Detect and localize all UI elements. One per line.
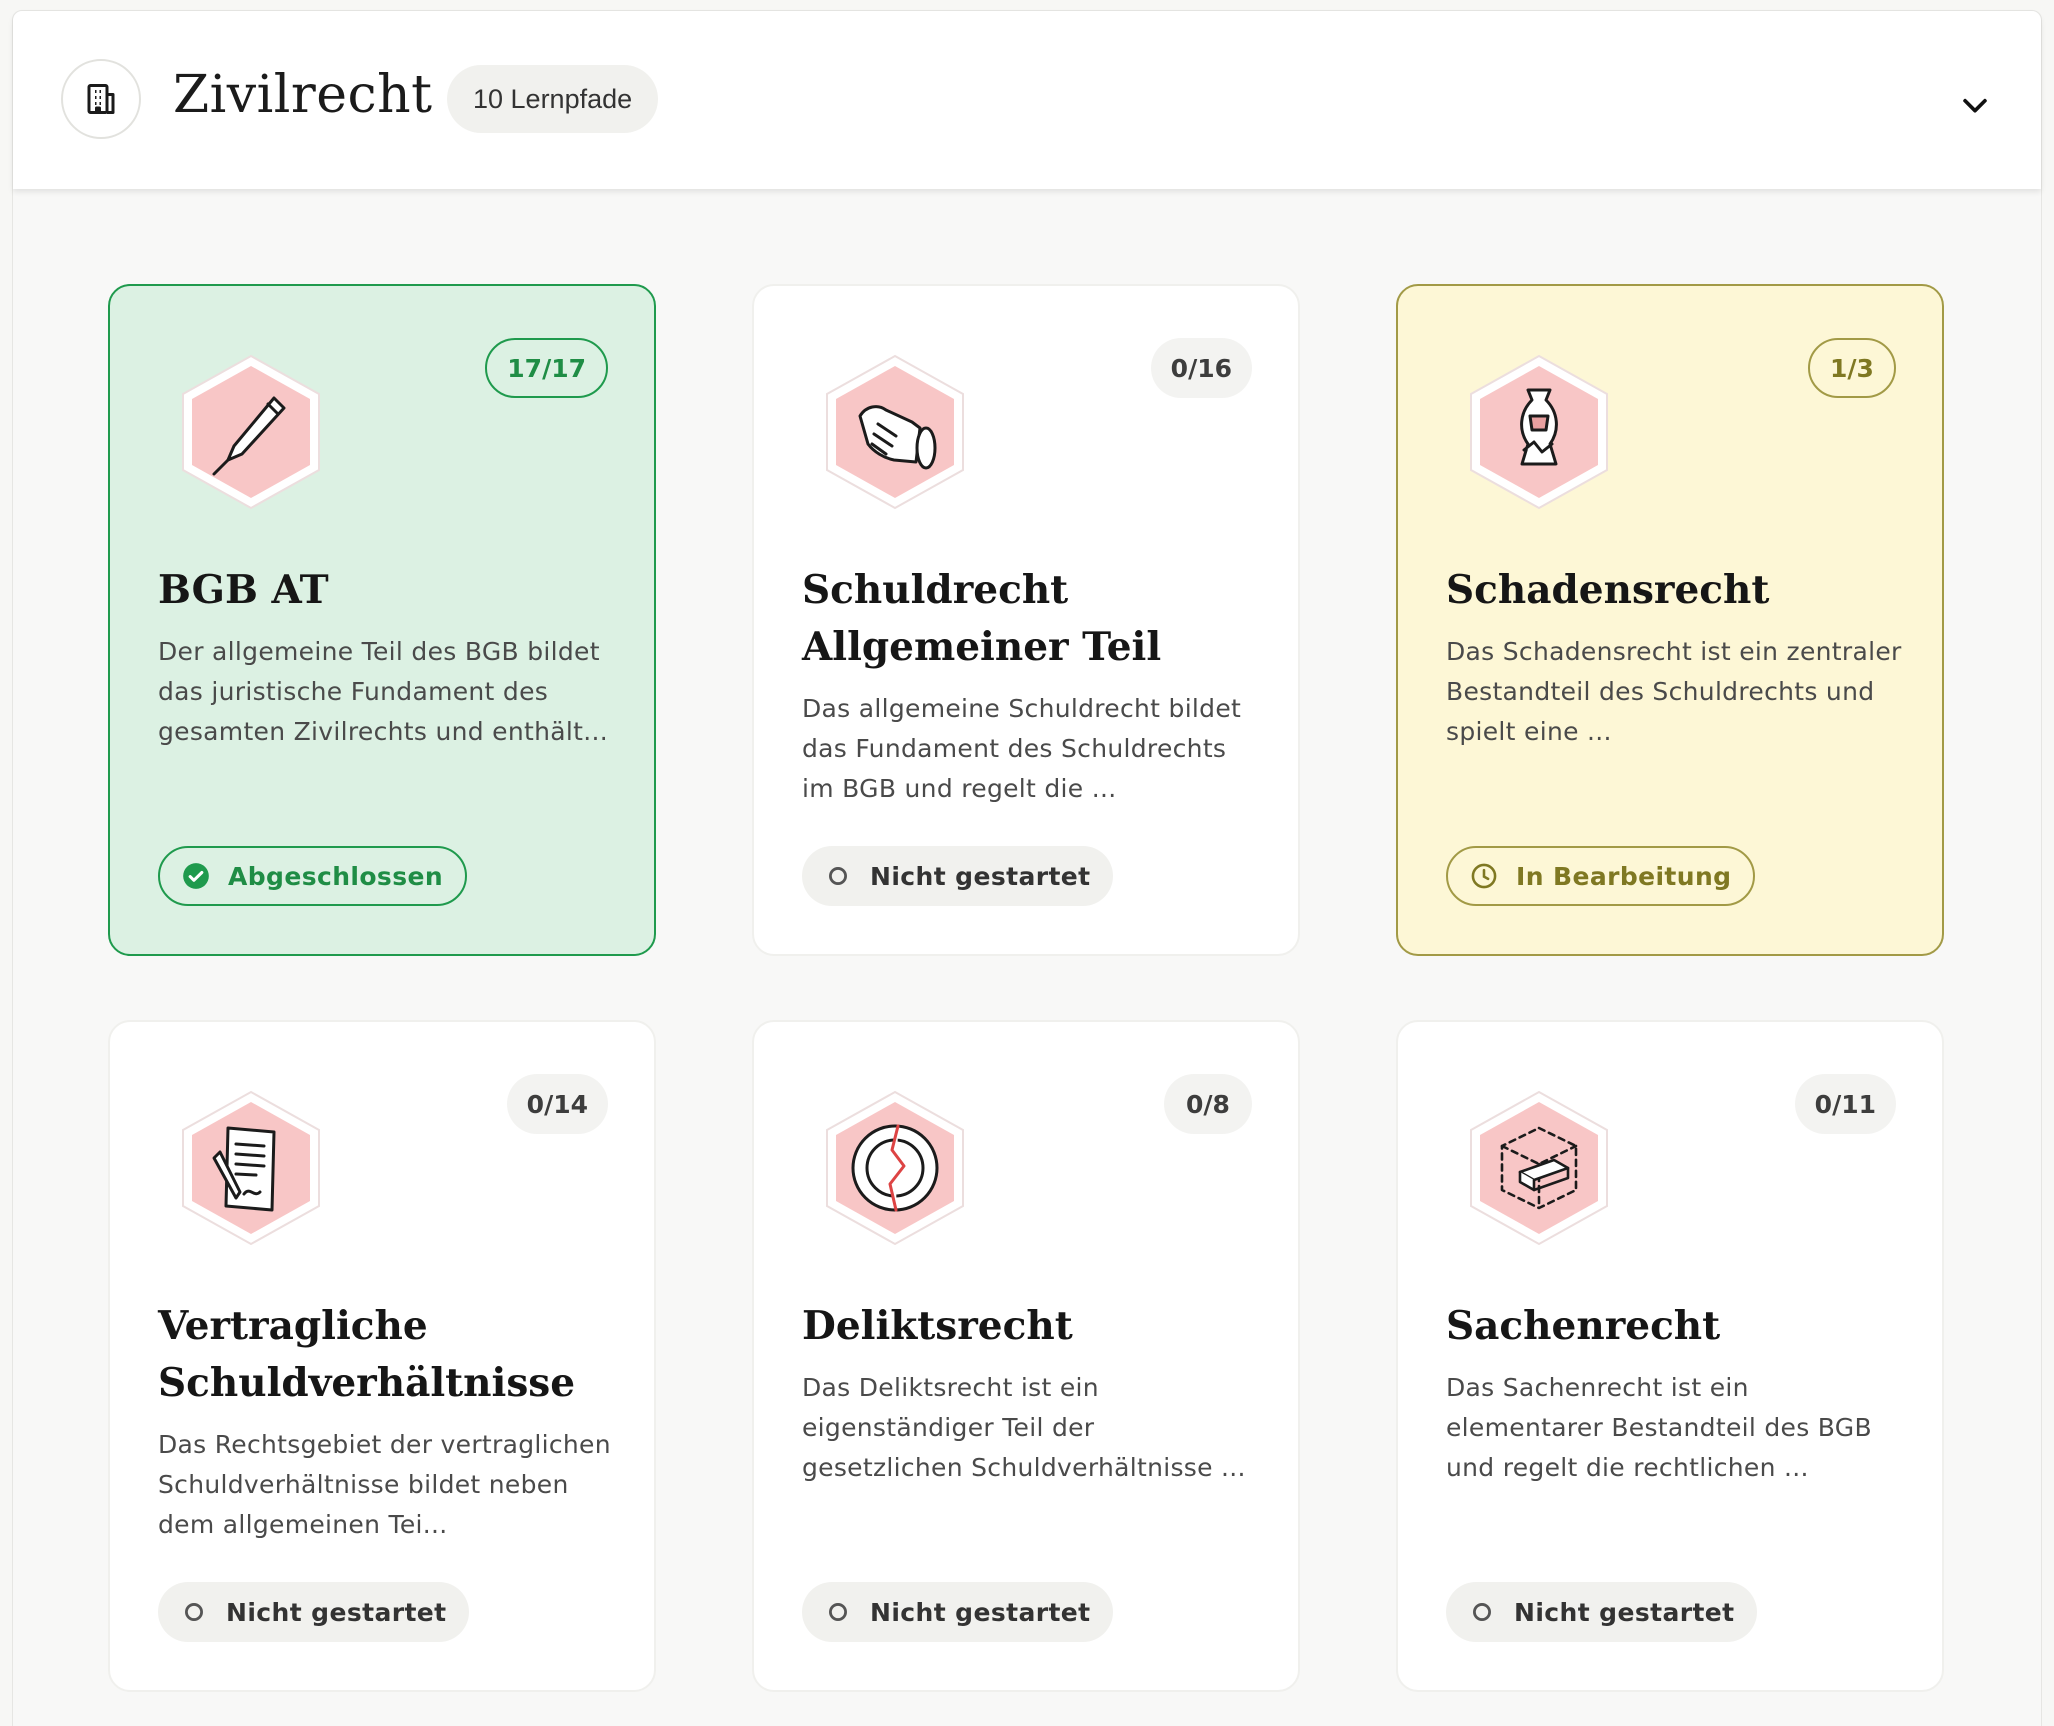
empty-circle-icon: [1468, 1598, 1496, 1626]
clock-icon: [1470, 862, 1498, 890]
card-description: Der allgemeine Teil des BGB bildet das j…: [158, 637, 608, 746]
check-circle-icon: [182, 862, 210, 890]
status-badge: Nicht gestartet: [1446, 1582, 1757, 1642]
status-label: Nicht gestartet: [1514, 1597, 1735, 1627]
card-title: Vertragliche Schuldverhältnisse: [158, 1303, 576, 1406]
progress-count: 0/14: [506, 1074, 608, 1134]
progress-count: 0/8: [1164, 1074, 1252, 1134]
chevron-down-icon[interactable]: [1953, 83, 1997, 127]
broken-vase-icon: [1464, 352, 1614, 512]
contract-icon: [176, 1088, 326, 1248]
status-label: In Bearbeitung: [1516, 861, 1732, 891]
progress-count: 17/17: [485, 338, 608, 398]
object-box-icon: [1464, 1088, 1614, 1248]
status-label: Nicht gestartet: [870, 861, 1091, 891]
handshake-icon: [820, 352, 970, 512]
status-label: Abgeschlossen: [228, 861, 444, 891]
card-description: Das Deliktsrecht ist ein eigenständiger …: [802, 1373, 1246, 1482]
card-title: Schadensrecht: [1446, 567, 1770, 613]
empty-circle-icon: [180, 1598, 208, 1626]
progress-count: 0/11: [1794, 1074, 1896, 1134]
card-description: Das Rechtsgebiet der vertraglichen Schul…: [158, 1430, 611, 1539]
card-title: BGB AT: [158, 567, 329, 613]
card-title: Schuldrecht Allgemeiner Teil: [802, 567, 1162, 670]
building-icon: [61, 59, 141, 139]
learning-path-card[interactable]: 17/17 BGB AT Der allgemeine Teil des BGB…: [108, 284, 656, 956]
empty-circle-icon: [824, 1598, 852, 1626]
learning-path-card[interactable]: 0/16 Schuldrecht Allgemeiner Teil Das al…: [752, 284, 1300, 956]
progress-count: 1/3: [1808, 338, 1896, 398]
card-description: Das Schadensrecht ist ein zentraler Best…: [1446, 637, 1902, 746]
card-description: Das Sachenrecht ist ein elementarer Best…: [1446, 1373, 1872, 1482]
learning-path-card[interactable]: 0/11 Sachenrecht Das Sachenrecht ist ein…: [1396, 1020, 1944, 1692]
status-label: Nicht gestartet: [870, 1597, 1091, 1627]
page-title: Zivilrecht: [173, 65, 433, 125]
card-description: Das allgemeine Schuldrecht bildet das Fu…: [802, 694, 1242, 803]
status-badge: Nicht gestartet: [802, 1582, 1113, 1642]
status-badge: Nicht gestartet: [802, 846, 1113, 906]
learning-path-card[interactable]: 1/3 Schadensrecht Das Schadensrecht ist …: [1396, 284, 1944, 956]
learning-path-count-badge: 10 Lernpfade: [447, 65, 659, 133]
empty-circle-icon: [824, 862, 852, 890]
card-title: Sachenrecht: [1446, 1303, 1721, 1349]
panel-header[interactable]: Zivilrecht 10 Lernpfade: [13, 11, 2041, 189]
learning-path-card[interactable]: 0/14 Vertragliche Schuldverhältnisse Das…: [108, 1020, 656, 1692]
status-label: Nicht gestartet: [226, 1597, 447, 1627]
status-badge: Nicht gestartet: [158, 1582, 469, 1642]
broken-plate-icon: [820, 1088, 970, 1248]
progress-count: 0/16: [1150, 338, 1252, 398]
learning-path-card[interactable]: 0/8 Deliktsrecht Das Deliktsrecht ist ei…: [752, 1020, 1300, 1692]
status-badge: In Bearbeitung: [1446, 846, 1756, 906]
card-title: Deliktsrecht: [802, 1303, 1073, 1349]
status-badge: Abgeschlossen: [158, 846, 468, 906]
pen-icon: [176, 352, 326, 512]
